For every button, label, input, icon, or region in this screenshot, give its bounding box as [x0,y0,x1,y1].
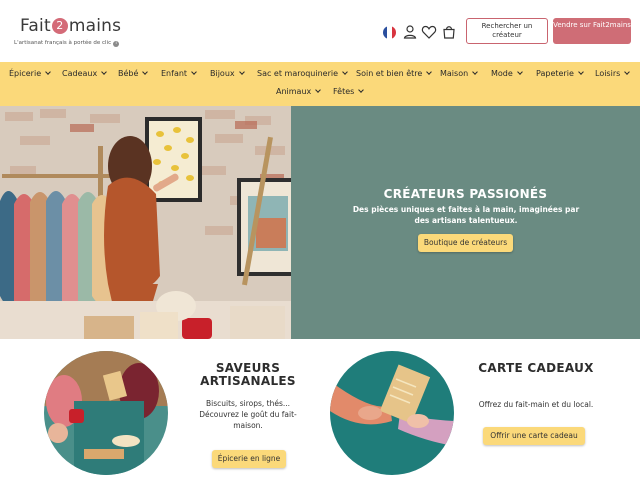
info-icon[interactable]: i [113,41,120,47]
logo-wordmark: Fait 2 mains [20,16,122,36]
nav-item-maison[interactable]: Maison [440,69,479,78]
nav-item-animaux[interactable]: Animaux [276,87,322,96]
search-creator-button[interactable]: Rechercher un créateur [466,18,548,44]
user-account-icon[interactable] [402,24,418,40]
chevron-down-icon [578,69,584,75]
chevron-down-icon [101,69,108,75]
nav-item-sac-maroquinerie[interactable]: Sac et maroquinerie [257,69,348,78]
chevron-down-icon [191,69,197,75]
chevron-down-icon [342,69,348,75]
nav-item-papeterie[interactable]: Papeterie [536,69,584,78]
logo-tagline: L'artisanat français à portée de clic i [14,40,120,47]
logo-number-badge: 2 [51,18,68,34]
chevron-down-icon [238,69,245,75]
online-grocery-button[interactable]: Épicerie en ligne [212,450,286,468]
wishlist-heart-icon[interactable] [421,24,437,40]
hero-subtitle: Des pièces uniques et faites à la main, … [352,205,580,225]
card-text-gift-card: Offrez du fait-main et du local. [478,400,594,409]
chevron-down-icon [516,69,523,75]
sell-on-site-button[interactable]: Vendre sur Fait2mains [553,18,631,44]
creators-shop-button[interactable]: Boutique de créateurs [418,234,513,252]
card-title-gift-card: CARTE CADEAUX [478,361,594,375]
hero-title: CRÉATEURS PASSIONÉS [383,187,548,201]
chevron-down-icon [472,69,479,75]
nav-item-epicerie[interactable]: Épicerie [9,69,51,78]
site-header: Fait 2 mains L'artisanat français à portée… [0,0,640,62]
shopping-bag-icon[interactable] [441,24,457,40]
category-nav: Épicerie Cadeaux Bébé Enfant Bijoux Sac … [0,62,640,106]
chevron-down-icon [624,69,631,75]
chevron-down-icon [45,69,51,75]
nav-row-2: Animaux Fêtes [0,87,640,103]
nav-item-enfant[interactable]: Enfant [161,69,197,78]
nav-item-mode[interactable]: Mode [491,69,523,78]
nav-item-loisirs[interactable]: Loisirs [595,69,631,78]
artisanal-flavors-photo[interactable] [44,351,168,475]
nav-row-1: Épicerie Cadeaux Bébé Enfant Bijoux Sac … [0,69,640,85]
chevron-down-icon [315,87,322,93]
hero-panel: CRÉATEURS PASSIONÉS Des pièces uniques e… [291,106,640,339]
chevron-down-icon [142,69,149,75]
french-flag-icon[interactable] [383,26,396,39]
chevron-down-icon [358,87,365,93]
hero-artisan-photo [0,106,291,339]
nav-item-bebe[interactable]: Bébé [118,69,149,78]
nav-item-soin-bien-etre[interactable]: Soin et bien être [356,69,433,78]
nav-item-fetes[interactable]: Fêtes [333,87,365,96]
site-logo[interactable]: Fait 2 mains L'artisanat français à portée… [14,14,124,50]
nav-item-cadeaux[interactable]: Cadeaux [62,69,108,78]
card-title-artisanal-flavors: SAVEURS ARTISANALES [200,361,296,388]
chevron-down-icon [426,69,433,75]
nav-item-bijoux[interactable]: Bijoux [210,69,245,78]
card-text-artisanal-flavors: Biscuits, sirops, thés... Découvrez le g… [199,399,297,430]
offer-gift-card-button[interactable]: Offrir une carte cadeau [483,427,585,445]
gift-card-photo[interactable] [330,351,454,475]
